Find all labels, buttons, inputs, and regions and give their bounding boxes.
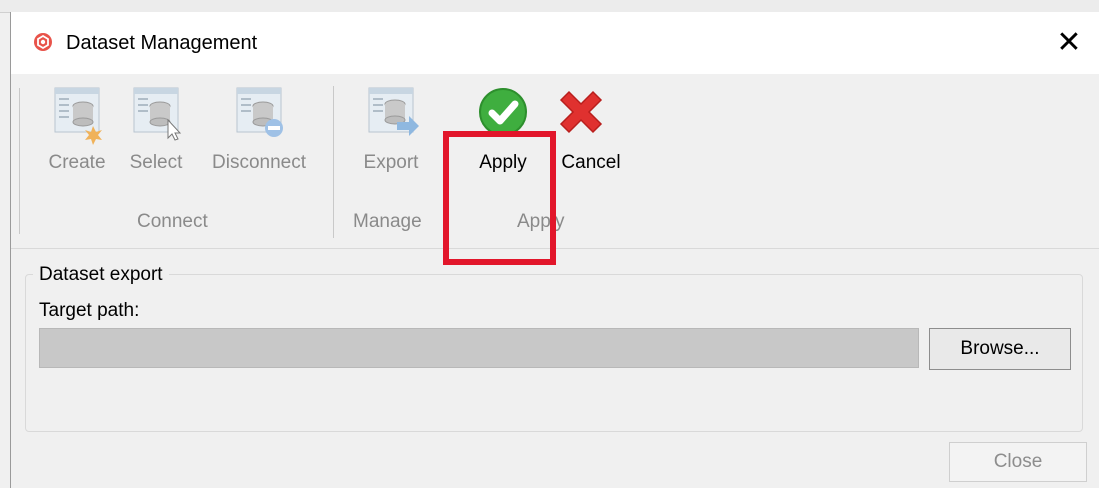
dataset-disconnect-icon <box>236 87 283 137</box>
dataset-select-icon <box>133 87 182 141</box>
dataset-export-title: Dataset export <box>33 264 169 286</box>
disconnect-label: Disconnect <box>212 152 306 173</box>
dataset-management-dialog: Dataset Management ✕ Create Select Disco… <box>10 12 1099 488</box>
red-x-icon <box>559 90 603 134</box>
cancel-button[interactable]: Cancel <box>551 82 631 174</box>
title-bar: Dataset Management ✕ <box>11 12 1099 74</box>
dataset-export-icon <box>368 87 419 136</box>
close-button[interactable]: Close <box>949 442 1087 482</box>
window-title: Dataset Management <box>66 32 258 54</box>
ribbon-edge-divider <box>19 88 20 234</box>
cancel-label: Cancel <box>561 152 621 173</box>
ribbon-toolbar: Create Select Disconnect Connect Export … <box>11 74 1099 265</box>
group-label-manage: Manage <box>353 211 422 232</box>
disconnect-button[interactable]: Disconnect <box>201 82 317 174</box>
select-button[interactable]: Select <box>119 82 193 174</box>
close-window-icon[interactable]: ✕ <box>1049 26 1089 60</box>
dataset-create-icon <box>54 87 102 145</box>
create-button[interactable]: Create <box>35 82 119 174</box>
export-label: Export <box>363 152 419 173</box>
select-label: Select <box>129 152 183 173</box>
apply-highlight-box <box>443 131 556 265</box>
app-logo-icon <box>34 33 52 51</box>
target-path-field[interactable] <box>39 328 919 368</box>
target-path-label: Target path: <box>39 300 140 321</box>
browse-button[interactable]: Browse... <box>929 328 1071 370</box>
create-label: Create <box>48 152 106 173</box>
ribbon-separator <box>333 86 334 238</box>
group-label-connect: Connect <box>137 211 208 232</box>
export-button[interactable]: Export <box>351 82 431 174</box>
